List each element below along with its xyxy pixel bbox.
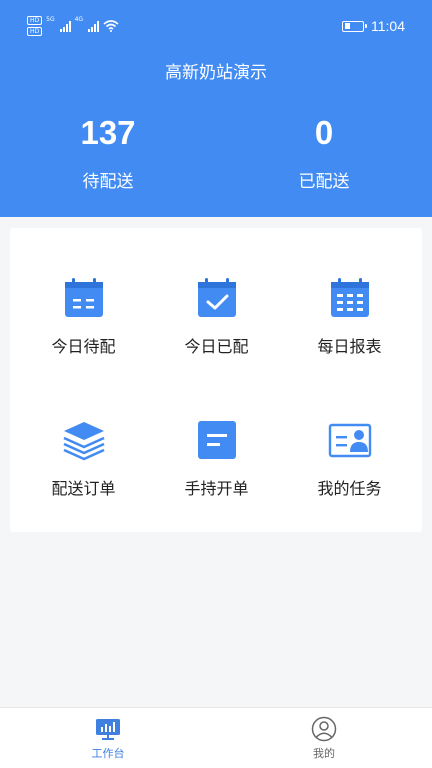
- menu-item-label: 今日待配: [51, 337, 116, 356]
- document-icon: [197, 421, 236, 459]
- menu-item-label: 配送订单: [51, 479, 116, 498]
- network-tag: 5G: [46, 16, 55, 23]
- signal-icon: [59, 20, 71, 32]
- calendar-check-icon: [197, 278, 236, 317]
- menu-item-label: 今日已配: [184, 337, 249, 356]
- calendar-icon: [64, 278, 103, 317]
- stat-pending[interactable]: 137 待配送: [0, 112, 216, 192]
- menu-item-label: 我的任务: [317, 479, 382, 498]
- status-left: HD HD 5G 4G: [27, 16, 119, 36]
- stat-value: 0: [314, 114, 334, 151]
- hd-badge: HD: [27, 16, 43, 25]
- menu-item-today-delivered[interactable]: 今日已配: [148, 236, 285, 366]
- wifi-icon: [103, 20, 119, 32]
- stat-label: 待配送: [82, 172, 134, 192]
- menu-item-delivery-orders[interactable]: 配送订单: [15, 378, 152, 508]
- menu-item-daily-report[interactable]: 每日报表: [281, 236, 418, 366]
- stat-value: 137: [80, 114, 136, 151]
- menu-card: 今日待配 今日已配 每日报表 配送订单 手持开单 我的任务: [10, 228, 422, 532]
- tab-workbench[interactable]: 工作台: [0, 708, 216, 768]
- menu-item-label: 手持开单: [184, 479, 249, 498]
- id-card-icon: [328, 423, 371, 458]
- hd-badges: HD HD: [27, 16, 43, 36]
- menu-item-today-pending[interactable]: 今日待配: [15, 236, 152, 366]
- workbench-icon: [96, 719, 120, 740]
- tab-label: 我的: [313, 747, 335, 760]
- tab-label: 工作台: [91, 747, 125, 760]
- hd-badge: HD: [27, 27, 43, 36]
- header: HD HD 5G 4G 11:04 高新奶站演示 137 待配送 0 已配送: [0, 0, 432, 217]
- status-bar: HD HD 5G 4G 11:04: [0, 14, 432, 40]
- stat-label: 已配送: [298, 172, 350, 192]
- menu-item-label: 每日报表: [317, 337, 382, 356]
- layers-icon: [62, 422, 105, 461]
- tab-mine[interactable]: 我的: [216, 708, 432, 768]
- app-screen: HD HD 5G 4G 11:04 高新奶站演示 137 待配送 0 已配送 今…: [0, 0, 432, 768]
- calendar-grid-icon: [330, 278, 369, 317]
- battery-icon: [342, 20, 367, 32]
- status-time: 11:04: [371, 18, 405, 34]
- menu-item-handheld-billing[interactable]: 手持开单: [148, 378, 285, 508]
- stat-delivered[interactable]: 0 已配送: [216, 112, 432, 192]
- network-tag: 4G: [74, 16, 84, 23]
- user-icon: [311, 716, 337, 742]
- page-title: 高新奶站演示: [165, 63, 267, 83]
- bottom-tab-bar: 工作台 我的: [0, 707, 432, 768]
- status-right: 11:04: [342, 18, 405, 34]
- signal-icon: [88, 20, 100, 32]
- menu-item-my-tasks[interactable]: 我的任务: [281, 378, 418, 508]
